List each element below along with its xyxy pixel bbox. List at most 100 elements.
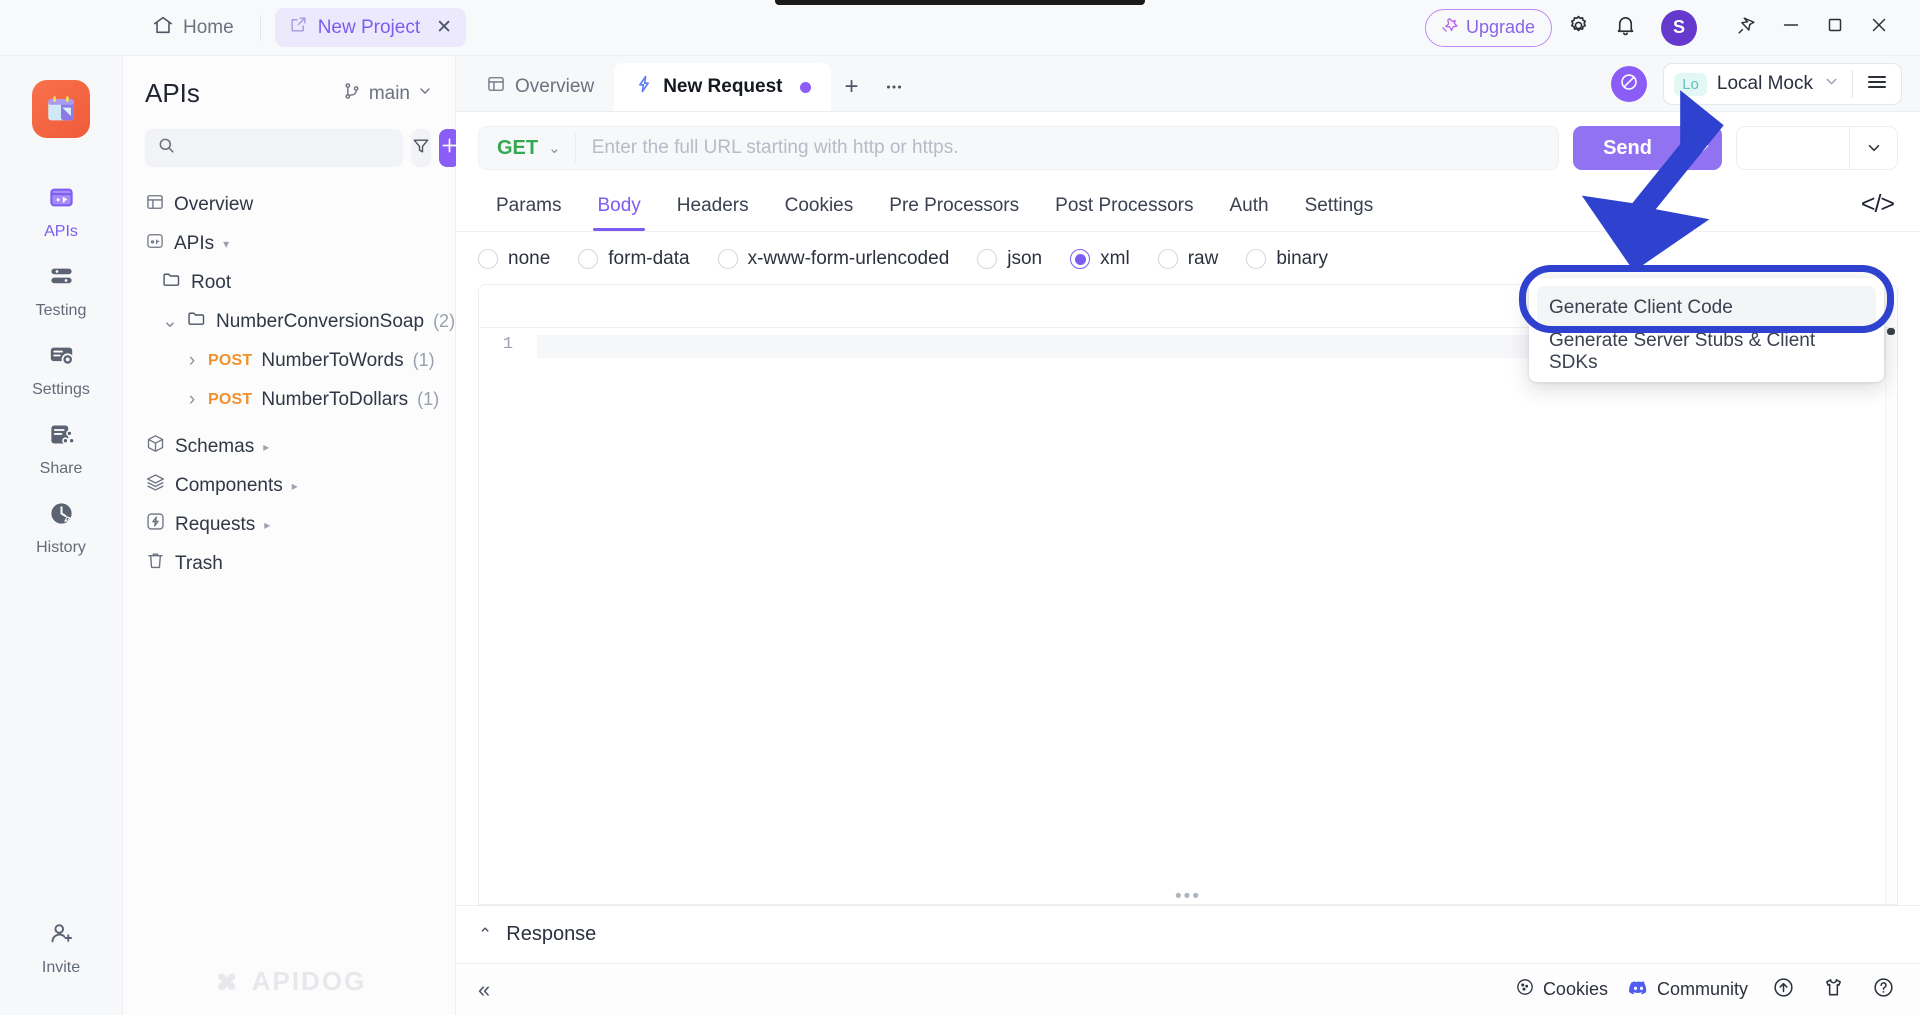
close-window-button[interactable]: [1858, 7, 1900, 49]
project-tab[interactable]: New Project ✕: [275, 8, 466, 47]
tab-cookies[interactable]: Cookies: [767, 185, 872, 231]
tree-item-numbertodollars[interactable]: › POST NumberToDollars (1): [123, 380, 455, 419]
search-box[interactable]: [145, 129, 403, 167]
editor-resize-handle[interactable]: •••: [1175, 893, 1201, 901]
branch-selector[interactable]: main: [342, 81, 433, 107]
folder-icon: [186, 308, 207, 335]
apidog-mark-icon: [212, 967, 242, 997]
sidebar-item-testing[interactable]: Testing: [0, 251, 122, 330]
caret-right-icon[interactable]: ▸: [263, 440, 269, 454]
caret-down-icon[interactable]: ▾: [223, 237, 229, 251]
close-icon: [1868, 14, 1890, 41]
tree-item-requests[interactable]: Requests ▸: [123, 505, 455, 544]
tree-item-numbertowords[interactable]: › POST NumberToWords (1): [123, 341, 455, 380]
tree-item-schemas[interactable]: Schemas ▸: [123, 427, 455, 466]
editor-body[interactable]: 1: [479, 328, 1897, 904]
url-input[interactable]: [576, 137, 1558, 159]
sidebar-item-apis[interactable]: APIs: [0, 172, 122, 251]
sidebar-item-label: Testing: [36, 302, 87, 320]
code-generate-icon[interactable]: </>: [1857, 184, 1898, 231]
environment-select[interactable]: Lo Local Mock: [1663, 63, 1902, 105]
close-icon[interactable]: ✕: [436, 16, 452, 39]
chevron-down-icon[interactable]: ⌄: [163, 310, 177, 333]
menu-item-generate-client-code[interactable]: Generate Client Code: [1537, 286, 1876, 330]
sidebar-item-share[interactable]: Share: [0, 409, 122, 488]
tab-headers[interactable]: Headers: [659, 185, 767, 231]
help-button[interactable]: [1868, 975, 1898, 1005]
sidebar-item-label: Settings: [32, 381, 90, 399]
radio-label: xml: [1100, 248, 1130, 270]
filter-button[interactable]: [411, 129, 431, 167]
notifications-button[interactable]: [1604, 7, 1646, 49]
menu-item-generate-server-stubs[interactable]: Generate Server Stubs & Client SDKs: [1529, 330, 1884, 374]
radio-raw[interactable]: raw: [1158, 248, 1237, 270]
radio-json[interactable]: json: [977, 248, 1060, 270]
shirt-button[interactable]: [1818, 975, 1848, 1005]
page-title: APIs: [145, 78, 200, 109]
response-section[interactable]: ⌃ Response: [456, 905, 1920, 963]
tab-body[interactable]: Body: [579, 185, 658, 231]
tree-item-trash[interactable]: Trash: [123, 544, 455, 583]
radio-x-www-form-urlencoded[interactable]: x-www-form-urlencoded: [718, 248, 968, 270]
tab-more-button[interactable]: [873, 63, 915, 111]
search-input[interactable]: [184, 139, 391, 157]
collapse-sidebar-button[interactable]: «: [478, 977, 490, 1003]
pin-icon: [1736, 14, 1758, 41]
editor-scrollbar[interactable]: [1885, 328, 1897, 904]
chevron-right-icon[interactable]: ›: [185, 350, 199, 372]
send-group: Send: [1573, 126, 1722, 170]
save-group: [1736, 126, 1898, 170]
tree-item-overview[interactable]: Overview: [123, 185, 455, 224]
environment-menu-button[interactable]: [1853, 70, 1901, 99]
sync-button[interactable]: [1611, 66, 1647, 102]
tab-label: New Request: [663, 76, 782, 98]
method-selector[interactable]: GET ⌄: [479, 137, 575, 160]
radio-none[interactable]: none: [478, 248, 568, 270]
tab-overview[interactable]: Overview: [466, 63, 614, 111]
avatar[interactable]: S: [1661, 10, 1697, 46]
tab-settings[interactable]: Settings: [1287, 185, 1392, 231]
caret-right-icon[interactable]: ▸: [264, 518, 270, 532]
settings-gear-button[interactable]: [1557, 7, 1599, 49]
sidebar-item-history[interactable]: History: [0, 488, 122, 567]
tab-post-processors[interactable]: Post Processors: [1037, 185, 1211, 231]
community-button[interactable]: Community: [1628, 977, 1748, 1003]
apis-icon: [48, 184, 75, 216]
radio-indicator: [718, 249, 738, 269]
tree-item-numberconversionsoap[interactable]: ⌄ NumberConversionSoap (2): [123, 302, 455, 341]
tree-item-components[interactable]: Components ▸: [123, 466, 455, 505]
tab-new-request[interactable]: New Request: [614, 63, 830, 111]
save-options-button[interactable]: [1849, 127, 1897, 169]
radio-xml[interactable]: xml: [1070, 248, 1148, 270]
cookies-button[interactable]: Cookies: [1515, 977, 1608, 1002]
home-tab[interactable]: Home: [140, 8, 246, 48]
tab-params[interactable]: Params: [478, 185, 579, 231]
tab-auth[interactable]: Auth: [1211, 185, 1286, 231]
editor-text-area[interactable]: [537, 328, 1897, 904]
send-options-button[interactable]: [1682, 126, 1722, 170]
radio-binary[interactable]: binary: [1246, 248, 1346, 270]
upload-button[interactable]: [1768, 975, 1798, 1005]
code-generate-dropdown: Generate Client Code Generate Server Stu…: [1529, 278, 1884, 382]
tree-item-root[interactable]: Root: [123, 263, 455, 302]
sidebar-item-settings[interactable]: Settings: [0, 330, 122, 409]
tab-pre-processors[interactable]: Pre Processors: [871, 185, 1037, 231]
editor-scrollbar-thumb[interactable]: [1887, 328, 1895, 335]
chevron-right-icon[interactable]: ›: [185, 389, 199, 411]
send-button[interactable]: Send: [1573, 126, 1682, 170]
environment-main[interactable]: Lo Local Mock: [1664, 73, 1852, 96]
chevron-up-icon[interactable]: ⌃: [478, 925, 492, 945]
apis-panel-header: APIs main: [123, 56, 455, 117]
maximize-button[interactable]: [1814, 7, 1856, 49]
sidebar-item-invite[interactable]: Invite: [0, 908, 122, 987]
caret-right-icon[interactable]: ▸: [292, 479, 298, 493]
pin-button[interactable]: [1726, 7, 1768, 49]
tree-item-apis[interactable]: APIs ▾: [123, 224, 455, 263]
ellipsis-icon: [883, 76, 905, 98]
minimize-button[interactable]: [1770, 7, 1812, 49]
title-divider: [260, 15, 261, 41]
add-tab-button[interactable]: +: [831, 63, 873, 111]
upgrade-button[interactable]: Upgrade: [1425, 9, 1552, 47]
radio-form-data[interactable]: form-data: [578, 248, 707, 270]
save-button[interactable]: [1737, 127, 1849, 169]
